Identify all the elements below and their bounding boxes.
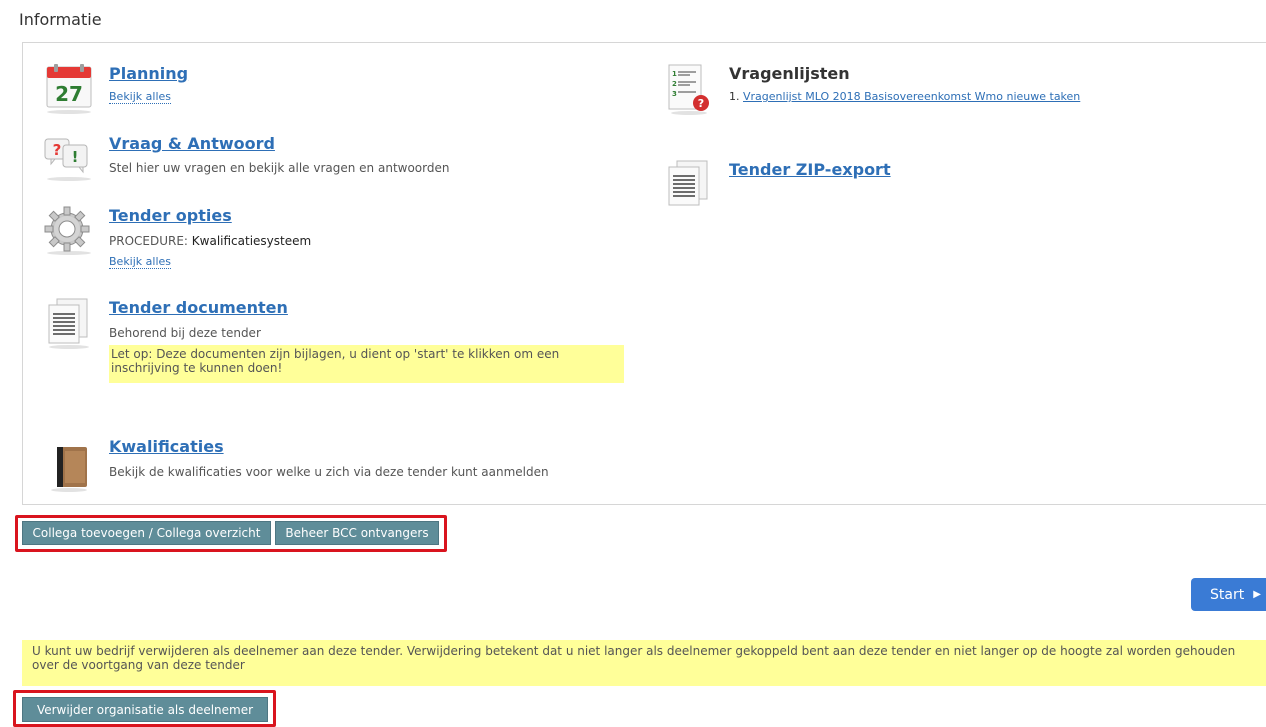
procedure-value: Kwalificatiesysteem	[191, 234, 312, 248]
questionnaire-icon: 1 2 3 ?	[668, 64, 709, 115]
zip-export-item: Tender ZIP-export	[663, 159, 1223, 219]
remove-organisation-button[interactable]: Verwijder organisatie als deelnemer	[22, 697, 268, 722]
calendar-day: 27	[55, 82, 83, 106]
svg-text:2: 2	[672, 80, 677, 88]
planning-title[interactable]: Planning	[109, 64, 188, 83]
qualifications-item: Kwalificaties Bekijk de kwalificaties vo…	[43, 437, 643, 497]
qa-description: Stel hier uw vragen en bekijk alle vrage…	[109, 161, 450, 175]
start-button-label: Start	[1210, 586, 1245, 603]
section-title: Informatie	[19, 10, 102, 29]
question-answer-icon: ? !	[44, 138, 91, 181]
info-panel: 27 Planning Bekijk alles ? ! Vraag & Ant…	[22, 42, 1266, 505]
start-button[interactable]: Start ▶	[1191, 578, 1266, 611]
procedure-label: PROCEDURE:	[109, 234, 188, 248]
questionnaire-link[interactable]: Vragenlijst MLO 2018 Basisovereenkomst W…	[743, 90, 1080, 103]
remove-participant-info: U kunt uw bedrijf verwijderen als deelne…	[22, 640, 1266, 686]
questionnaire-list: 1. Vragenlijst MLO 2018 Basisovereenkoms…	[729, 90, 1080, 103]
svg-text:3: 3	[672, 90, 677, 98]
questionnaires-title: Vragenlijsten	[729, 64, 850, 83]
caret-right-icon: ▶	[1253, 589, 1261, 600]
planning-view-all-link[interactable]: Bekijk alles	[109, 90, 172, 104]
documents-icon	[668, 160, 708, 206]
documents-icon	[48, 298, 89, 349]
svg-text:1: 1	[672, 70, 677, 78]
tender-documents-item: Tender documenten Behorend bij deze tend…	[43, 297, 643, 397]
zip-export-title[interactable]: Tender ZIP-export	[729, 160, 891, 179]
binder-icon	[51, 447, 87, 492]
qa-item: ? ! Vraag & Antwoord Stel hier uw vragen…	[43, 133, 603, 183]
planning-item: 27 Planning Bekijk alles	[43, 63, 603, 123]
documents-warning-note: Let op: Deze documenten zijn bijlagen, u…	[109, 345, 624, 383]
gear-icon	[44, 206, 91, 255]
questionnaires-item: 1 2 3 ? Vragenlijsten 1. Vragenlijst MLO 2…	[663, 63, 1223, 123]
svg-text:!: !	[72, 148, 79, 166]
qualifications-title[interactable]: Kwalificaties	[109, 437, 224, 456]
svg-text:?: ?	[53, 141, 62, 159]
tender-documents-title[interactable]: Tender documenten	[109, 298, 288, 317]
procedure-line: PROCEDURE: Kwalificatiesysteem	[109, 234, 311, 248]
tender-options-title[interactable]: Tender opties	[109, 206, 232, 225]
questionnaire-number: 1.	[729, 90, 740, 103]
calendar-icon: 27	[46, 64, 92, 114]
colleague-button[interactable]: Collega toevoegen / Collega overzicht	[22, 521, 271, 545]
bcc-recipients-button[interactable]: Beheer BCC ontvangers	[275, 521, 439, 545]
tender-options-item: Tender opties PROCEDURE: Kwalificatiesys…	[43, 205, 603, 275]
tender-documents-description: Behorend bij deze tender	[109, 326, 261, 340]
tender-options-view-all-link[interactable]: Bekijk alles	[109, 255, 172, 269]
svg-text:?: ?	[698, 97, 704, 110]
qa-title[interactable]: Vraag & Antwoord	[109, 134, 275, 153]
qualifications-description: Bekijk de kwalificaties voor welke u zic…	[109, 465, 549, 479]
